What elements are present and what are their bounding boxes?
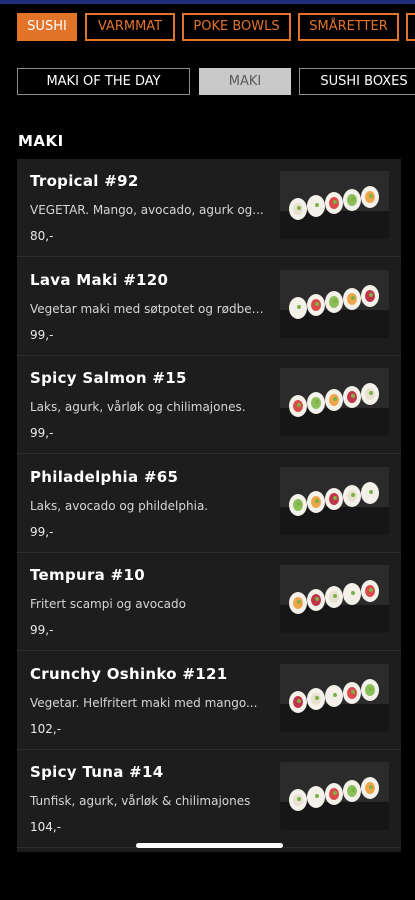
menu-item-photo [280,171,389,239]
menu-item-name: Spicy Tuna #14 [30,763,164,781]
menu-item[interactable]: Crunchy Oshinko #121 Vegetar. Helfritert … [17,652,401,750]
menu-item[interactable]: Philadelphia #65 Laks, avocado og phildel… [17,455,401,553]
menu-item-name: Tropical #92 [30,172,139,190]
menu-item-description: Laks, agurk, vårløk og chilimajones. [30,400,246,414]
category-tab-more[interactable] [406,13,415,41]
menu-item-photo [280,466,389,535]
subcategory-tabs: MAKI OF THE DAY MAKI SUSHI BOXES [0,68,415,96]
menu-item-photo [280,663,389,732]
menu-item-photo [280,368,389,436]
section-title: MAKI [18,132,64,150]
menu-item-photo [280,762,389,830]
menu-item-description: Vegetar maki med søtpotet og rødbete... [30,301,265,316]
category-tab-poke-bowls[interactable]: POKE BOWLS [182,13,291,41]
menu-item-price: 104,- [30,820,62,834]
menu-item-price: 99,- [30,327,54,342]
menu-item-description: Vegetar. Helfritert maki med mango... [30,695,258,710]
category-tabs: SUSHI VARMMAT POKE BOWLS SMÅRETTER [0,13,415,43]
category-tab-varmmat[interactable]: VARMMAT [85,13,175,41]
menu-item[interactable]: Tempura #10 Fritert scampi og avocado 99,- [17,553,401,651]
category-tab-sushi[interactable]: SUSHI [17,13,77,41]
menu-item-name: Philadelphia #65 [30,467,179,486]
menu-item[interactable]: Spicy Salmon #15 Laks, agurk, vårløk og c… [17,356,401,454]
subtab-sushi-boxes[interactable]: SUSHI BOXES [299,68,415,95]
menu-item-name: Lava Maki #120 [30,270,169,289]
menu-item-description: Laks, avocado og phildelphia. [30,498,209,513]
menu-item-description: VEGETAR. Mango, avocado, agurk og... [30,203,264,217]
menu-item-photo [280,269,389,338]
menu-item-name: Tempura #10 [30,566,145,584]
menu-item-photo [280,565,389,633]
menu-item-name: Spicy Salmon #15 [30,369,187,387]
category-tab-smaretter[interactable]: SMÅRETTER [298,13,399,41]
menu-item-name: Crunchy Oshinko #121 [30,664,228,683]
menu-list[interactable]: Tropical #92 VEGETAR. Mango, avocado, agu… [17,159,401,852]
status-accent-bar [0,0,415,4]
menu-item-price: 99,- [30,623,54,637]
menu-item-price: 80,- [30,229,54,243]
menu-item-price: 99,- [30,524,54,539]
menu-item-price: 102,- [30,721,62,736]
menu-item-description: Fritert scampi og avocado [30,597,186,611]
menu-item[interactable]: Spicy Tuna #14 Tunfisk, agurk, vårløk & c… [17,750,401,848]
home-indicator[interactable] [136,843,283,848]
subtab-maki[interactable]: MAKI [199,68,291,95]
menu-item-price: 99,- [30,426,54,440]
menu-item-description: Tunfisk, agurk, vårløk & chilimajones [30,794,251,808]
menu-item[interactable]: Lava Maki #120 Vegetar maki med søtpotet … [17,258,401,356]
menu-item[interactable]: Tropical #92 VEGETAR. Mango, avocado, agu… [17,159,401,257]
subtab-maki-of-the-day[interactable]: MAKI OF THE DAY [17,68,190,95]
